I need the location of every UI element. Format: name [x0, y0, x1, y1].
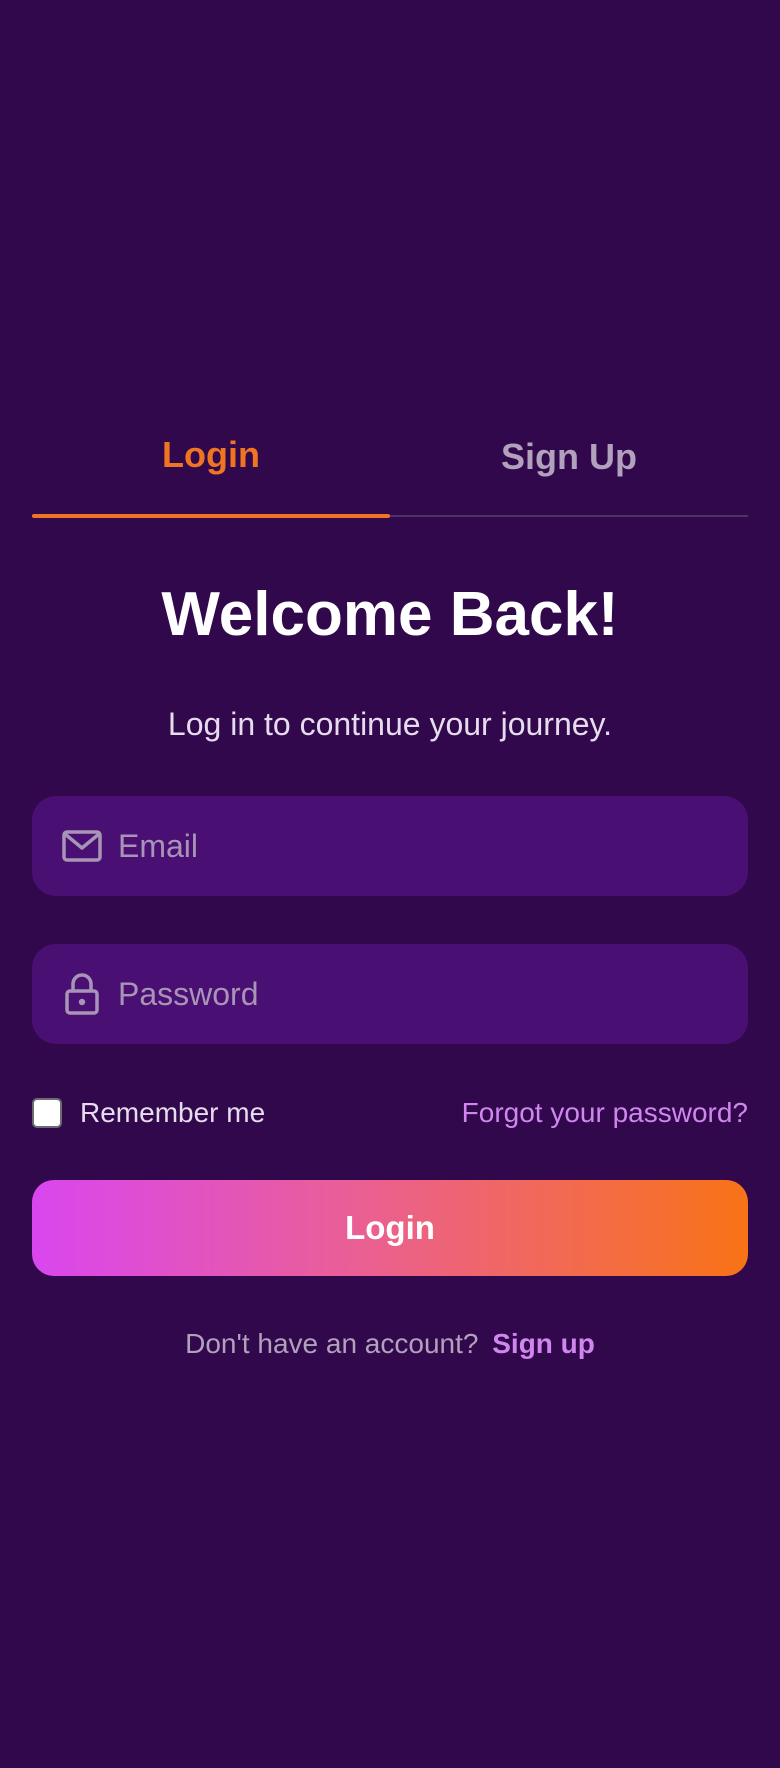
- password-field[interactable]: [32, 944, 748, 1044]
- page-title: Welcome Back!: [161, 580, 619, 649]
- lock-icon: [60, 972, 104, 1016]
- remember-me: Remember me: [32, 1097, 265, 1129]
- signup-prompt-row: Don't have an account? Sign up: [0, 1324, 780, 1364]
- mail-icon: [60, 824, 104, 868]
- tab-sign-up-label: Sign Up: [501, 436, 637, 477]
- email-field[interactable]: [32, 796, 748, 896]
- login-options-row: Remember me Forgot your password?: [32, 1094, 748, 1132]
- sign-up-link[interactable]: Sign up: [492, 1328, 595, 1359]
- login-screen: Login Sign Up Welcome Back! Log in to co…: [0, 0, 780, 1768]
- remember-me-checkbox[interactable]: [32, 1098, 62, 1128]
- email-input[interactable]: [116, 815, 728, 877]
- password-input[interactable]: [116, 963, 728, 1025]
- tab-login[interactable]: Login: [32, 410, 390, 518]
- tab-sign-up[interactable]: Sign Up: [390, 410, 748, 515]
- signup-prompt-text: Don't have an account?: [185, 1328, 479, 1359]
- login-button[interactable]: Login: [32, 1180, 748, 1276]
- tab-login-label: Login: [162, 434, 260, 475]
- forgot-password-link[interactable]: Forgot your password?: [462, 1097, 748, 1129]
- remember-me-label[interactable]: Remember me: [80, 1097, 265, 1129]
- page-subtitle: Log in to continue your journey.: [167, 706, 613, 742]
- auth-tabs: Login Sign Up: [32, 410, 748, 518]
